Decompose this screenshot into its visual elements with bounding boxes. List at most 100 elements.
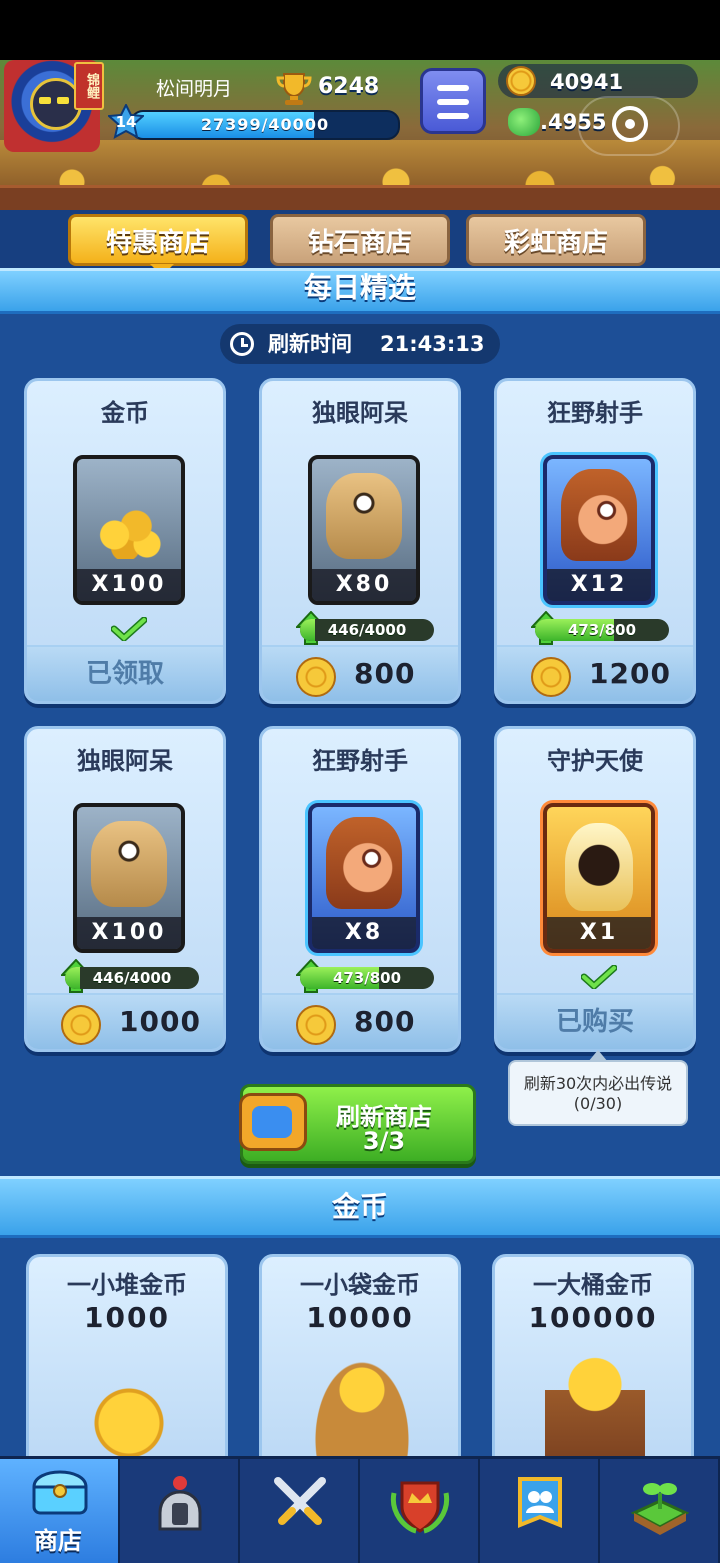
green-gem-icon xyxy=(508,108,540,136)
offer-item-frame: X12 xyxy=(543,455,655,605)
guild-banner-icon xyxy=(518,1477,562,1528)
crossed-swords-icon xyxy=(274,1477,326,1525)
offer-item-frame: X100 xyxy=(73,455,185,605)
card-progress-bar: 446/4000 xyxy=(65,967,199,989)
card-progress-text: 446/4000 xyxy=(92,969,172,987)
offer-card[interactable]: 狂野射手 X8 473/800 800 xyxy=(259,726,461,1052)
offer-title: 金币 xyxy=(101,399,149,427)
refresh-time-value: 21:43:13 xyxy=(380,332,485,356)
nav-heroes[interactable] xyxy=(120,1459,240,1563)
tab-rainbow-shop[interactable]: 彩虹商店 xyxy=(466,214,646,266)
avatar-eye-left xyxy=(39,97,51,104)
refresh-timer: 刷新时间 21:43:13 xyxy=(220,324,500,364)
offer-quantity: X12 xyxy=(547,569,651,601)
offer-status: 已领取 xyxy=(85,659,164,689)
bottom-nav: 商店 xyxy=(0,1456,720,1563)
knight-helmet-icon xyxy=(158,1476,202,1531)
tooltip-text: 刷新30次内必出传说 xyxy=(523,1074,673,1093)
gold-pack-amount: 100000 xyxy=(528,1301,658,1334)
target-icon[interactable] xyxy=(612,106,648,142)
offer-quantity: X8 xyxy=(312,917,416,949)
offer-card[interactable]: 独眼阿呆 X100 446/4000 1000 xyxy=(24,726,226,1052)
menu-bar-middle xyxy=(437,99,469,105)
gold-pack-name: 一大桶金币 xyxy=(533,1271,653,1299)
offer-title: 独眼阿呆 xyxy=(77,747,173,775)
offer-title: 守护天使 xyxy=(547,747,643,775)
offer-item-frame: X8 xyxy=(308,803,420,953)
gold-pack-card[interactable]: 一小堆金币 1000 xyxy=(26,1254,228,1464)
gold-coin-icon xyxy=(296,657,336,697)
one-eyed-ogre-art xyxy=(326,473,402,559)
nav-guild[interactable] xyxy=(480,1459,600,1563)
offer-card[interactable]: 守护天使 X1 已购买 xyxy=(494,726,696,1052)
offer-title: 狂野射手 xyxy=(312,747,408,775)
gold-coin-icon xyxy=(296,1005,336,1045)
nav-shop-label: 商店 xyxy=(34,1527,82,1555)
daily-section-title: 每日精选 xyxy=(0,268,720,314)
offer-quantity: X100 xyxy=(77,917,181,949)
offer-footer: 1200 xyxy=(497,645,693,701)
sprout-island-icon xyxy=(630,1483,690,1535)
tooltip-counter: (0/30) xyxy=(573,1094,623,1113)
offer-card[interactable]: 独眼阿呆 X80 446/4000 800 xyxy=(259,378,461,704)
gold-pack-name: 一小堆金币 xyxy=(67,1271,187,1299)
gold-pack-amount: 10000 xyxy=(306,1301,414,1334)
shop-chest-icon xyxy=(32,1470,88,1515)
card-progress-bar: 446/4000 xyxy=(300,619,434,641)
offer-item-frame: X1 xyxy=(543,803,655,953)
gold-coin-icon xyxy=(506,66,536,96)
refresh-shop-button[interactable]: 刷新商店 3/3 xyxy=(239,1084,476,1164)
checkmark-icon xyxy=(111,617,147,641)
refresh-time-label: 刷新时间 xyxy=(268,332,352,356)
card-progress-text: 473/800 xyxy=(332,969,402,987)
offer-quantity: X100 xyxy=(77,569,181,601)
nav-league[interactable] xyxy=(360,1459,480,1563)
xp-text: 27399/40000 xyxy=(200,115,330,134)
menu-bar-bottom xyxy=(437,113,469,119)
gold-pack-amount: 1000 xyxy=(84,1301,170,1334)
refresh-button-count: 3/3 xyxy=(362,1127,406,1155)
card-progress-text: 473/800 xyxy=(567,621,637,639)
offer-quantity: X80 xyxy=(312,569,416,601)
status-bar xyxy=(0,0,720,60)
offer-status: 已购买 xyxy=(555,1007,634,1037)
main-menu-button[interactable] xyxy=(420,68,486,134)
one-eyed-ogre-art xyxy=(91,821,167,907)
offer-title: 狂野射手 xyxy=(547,399,643,427)
guardian-angel-art xyxy=(565,823,633,911)
level-badge: 14 xyxy=(106,102,146,140)
gold-amount: 40941 xyxy=(550,70,624,94)
tab-special-shop[interactable]: 特惠商店 xyxy=(68,214,248,266)
menu-bar-top xyxy=(437,85,469,91)
offer-card[interactable]: 金币 X100 已领取 xyxy=(24,378,226,704)
offer-footer: 已购买 xyxy=(497,993,693,1049)
coin-bag-art xyxy=(312,1357,412,1461)
legendary-guarantee-tooltip: 刷新30次内必出传说 (0/30) xyxy=(508,1050,688,1126)
coin-barrel-art xyxy=(545,1357,645,1461)
nav-shop[interactable]: 商店 xyxy=(0,1459,120,1563)
avatar-badge: 锦鲤 xyxy=(74,62,104,110)
offer-price: 1200 xyxy=(589,657,671,690)
offer-title: 独眼阿呆 xyxy=(312,399,408,427)
offer-price: 800 xyxy=(354,1005,416,1038)
card-progress-bar: 473/800 xyxy=(535,619,669,641)
offer-item-frame: X100 xyxy=(73,803,185,953)
trophy-count: 6248 xyxy=(318,74,380,99)
gold-section-title: 金币 xyxy=(0,1176,720,1238)
nav-garden[interactable] xyxy=(600,1459,720,1563)
offer-footer: 已领取 xyxy=(27,645,223,701)
offer-footer: 1000 xyxy=(27,993,223,1049)
crown-shield-icon xyxy=(390,1481,450,1534)
offer-card[interactable]: 狂野射手 X12 473/800 1200 xyxy=(494,378,696,704)
offer-footer: 800 xyxy=(262,993,458,1049)
offer-item-frame: X80 xyxy=(308,455,420,605)
tab-diamond-shop[interactable]: 钻石商店 xyxy=(270,214,450,266)
gold-pack-card[interactable]: 一小袋金币 10000 xyxy=(259,1254,461,1464)
nav-battle[interactable] xyxy=(240,1459,360,1563)
level-number: 14 xyxy=(115,113,137,131)
card-progress-bar: 473/800 xyxy=(300,967,434,989)
gold-coin-icon xyxy=(61,1005,101,1045)
avatar-eye-right xyxy=(57,97,69,104)
gold-pack-card[interactable]: 一大桶金币 100000 xyxy=(492,1254,694,1464)
xp-bar: 27399/40000 xyxy=(130,110,400,140)
